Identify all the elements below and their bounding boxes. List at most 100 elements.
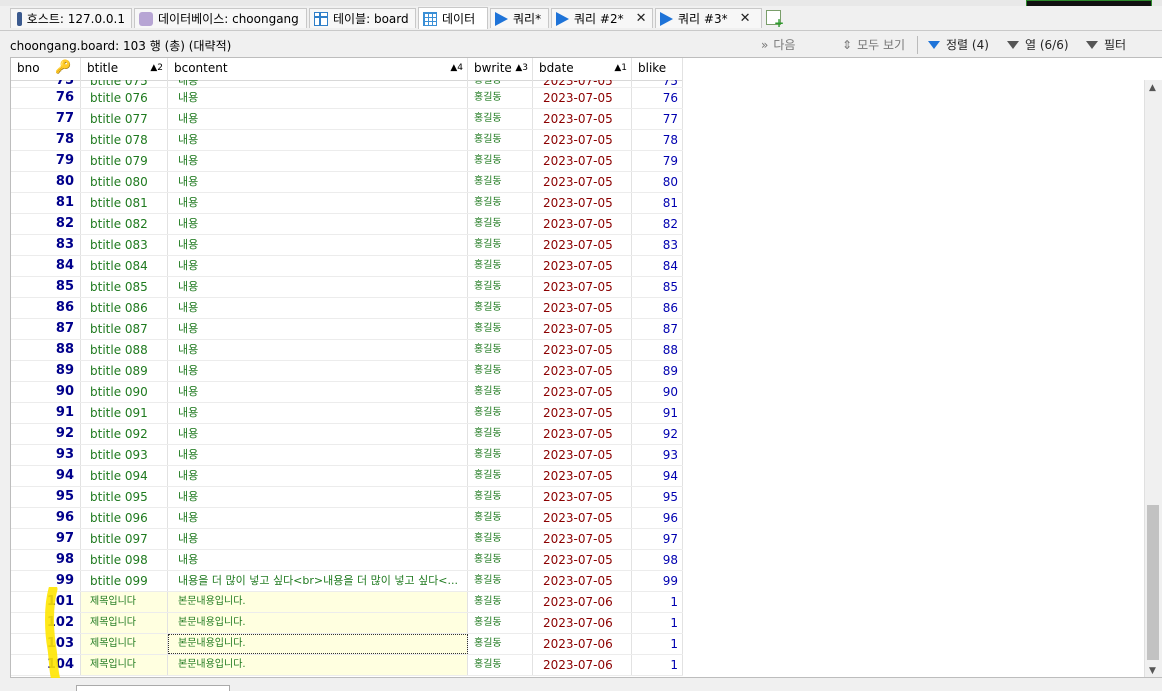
- cell-btitle[interactable]: btitle 090: [81, 382, 168, 402]
- cell-bno[interactable]: 92: [11, 424, 81, 444]
- cell-btitle[interactable]: btitle 082: [81, 214, 168, 234]
- cell-bcontent[interactable]: 내용: [168, 88, 468, 108]
- table-row[interactable]: 89 btitle 089 내용 홍길동 2023-07-05 89: [11, 361, 683, 382]
- next-button[interactable]: » 다음: [761, 36, 795, 53]
- cell-bno[interactable]: 75: [11, 80, 81, 87]
- cell-blike[interactable]: 85: [632, 277, 683, 297]
- cell-blike[interactable]: 99: [632, 571, 683, 591]
- cell-bdate[interactable]: 2023-07-05: [533, 193, 632, 213]
- cell-bcontent[interactable]: 본문내용입니다.: [168, 592, 468, 612]
- cell-bcontent[interactable]: 본문내용입니다.: [168, 634, 468, 654]
- column-header-bcontent[interactable]: bcontent ▲4: [168, 58, 468, 80]
- cell-blike[interactable]: 98: [632, 550, 683, 570]
- cell-blike[interactable]: 1: [632, 634, 683, 654]
- cell-bdate[interactable]: 2023-07-05: [533, 319, 632, 339]
- cell-btitle[interactable]: btitle 080: [81, 172, 168, 192]
- cell-bcontent[interactable]: 내용: [168, 403, 468, 423]
- table-row[interactable]: 84 btitle 084 내용 홍길동 2023-07-05 84: [11, 256, 683, 277]
- cell-bno[interactable]: 86: [11, 298, 81, 318]
- tab-query-3[interactable]: 쿼리 #3* ✕: [655, 8, 762, 28]
- cell-blike[interactable]: 78: [632, 130, 683, 150]
- columns-button[interactable]: 열 (6/6): [1007, 36, 1069, 53]
- cell-blike[interactable]: 84: [632, 256, 683, 276]
- cell-bwrite[interactable]: 홍길동: [468, 130, 533, 150]
- table-row[interactable]: 78 btitle 078 내용 홍길동 2023-07-05 78: [11, 130, 683, 151]
- cell-bdate[interactable]: 2023-07-06: [533, 655, 632, 675]
- tab-data[interactable]: 데이터: [418, 7, 488, 29]
- cell-bcontent[interactable]: 내용: [168, 277, 468, 297]
- cell-btitle[interactable]: btitle 089: [81, 361, 168, 381]
- cell-btitle[interactable]: btitle 092: [81, 424, 168, 444]
- table-row[interactable]: 104 제목입니다 본문내용입니다. 홍길동 2023-07-06 1: [11, 655, 683, 676]
- table-row[interactable]: 75 btitle 075 내용 홍길동 2023-07-05 75: [11, 80, 683, 88]
- cell-bwrite[interactable]: 홍길동: [468, 80, 533, 87]
- cell-bno[interactable]: 88: [11, 340, 81, 360]
- filter-button[interactable]: 필터: [1086, 36, 1126, 53]
- close-icon[interactable]: ✕: [636, 11, 647, 26]
- cell-bno[interactable]: 78: [11, 130, 81, 150]
- cell-blike[interactable]: 77: [632, 109, 683, 129]
- cell-blike[interactable]: 79: [632, 151, 683, 171]
- cell-bcontent[interactable]: 내용: [168, 445, 468, 465]
- cell-bdate[interactable]: 2023-07-06: [533, 592, 632, 612]
- cell-bwrite[interactable]: 홍길동: [468, 151, 533, 171]
- cell-bno[interactable]: 76: [11, 88, 81, 108]
- table-row[interactable]: 103 제목입니다 본문내용입니다. 홍길동 2023-07-06 1: [11, 634, 683, 655]
- cell-bno[interactable]: 94: [11, 466, 81, 486]
- cell-btitle[interactable]: btitle 098: [81, 550, 168, 570]
- cell-blike[interactable]: 86: [632, 298, 683, 318]
- cell-blike[interactable]: 90: [632, 382, 683, 402]
- cell-blike[interactable]: 80: [632, 172, 683, 192]
- cell-bno[interactable]: 91: [11, 403, 81, 423]
- close-icon[interactable]: ✕: [740, 11, 751, 26]
- cell-blike[interactable]: 81: [632, 193, 683, 213]
- column-header-bdate[interactable]: bdate ▲1: [533, 58, 632, 80]
- table-row[interactable]: 81 btitle 081 내용 홍길동 2023-07-05 81: [11, 193, 683, 214]
- cell-bdate[interactable]: 2023-07-05: [533, 571, 632, 591]
- cell-blike[interactable]: 96: [632, 508, 683, 528]
- table-row[interactable]: 93 btitle 093 내용 홍길동 2023-07-05 93: [11, 445, 683, 466]
- table-row[interactable]: 83 btitle 083 내용 홍길동 2023-07-05 83: [11, 235, 683, 256]
- sort-button[interactable]: 정렬 (4): [928, 36, 989, 53]
- cell-bwrite[interactable]: 홍길동: [468, 88, 533, 108]
- cell-bno[interactable]: 98: [11, 550, 81, 570]
- table-row[interactable]: 80 btitle 080 내용 홍길동 2023-07-05 80: [11, 172, 683, 193]
- column-header-btitle[interactable]: btitle ▲2: [81, 58, 168, 80]
- table-row[interactable]: 87 btitle 087 내용 홍길동 2023-07-05 87: [11, 319, 683, 340]
- cell-btitle[interactable]: btitle 083: [81, 235, 168, 255]
- cell-bcontent[interactable]: 내용: [168, 487, 468, 507]
- cell-bcontent[interactable]: 내용: [168, 361, 468, 381]
- cell-bwrite[interactable]: 홍길동: [468, 592, 533, 612]
- cell-bdate[interactable]: 2023-07-05: [533, 445, 632, 465]
- cell-blike[interactable]: 1: [632, 592, 683, 612]
- cell-btitle[interactable]: btitle 077: [81, 109, 168, 129]
- table-row[interactable]: 76 btitle 076 내용 홍길동 2023-07-05 76: [11, 88, 683, 109]
- cell-bwrite[interactable]: 홍길동: [468, 550, 533, 570]
- cell-bcontent[interactable]: 내용: [168, 235, 468, 255]
- cell-btitle[interactable]: btitle 088: [81, 340, 168, 360]
- cell-bcontent[interactable]: 내용: [168, 151, 468, 171]
- cell-bno[interactable]: 93: [11, 445, 81, 465]
- table-row[interactable]: 77 btitle 077 내용 홍길동 2023-07-05 77: [11, 109, 683, 130]
- cell-bwrite[interactable]: 홍길동: [468, 340, 533, 360]
- table-row[interactable]: 94 btitle 094 내용 홍길동 2023-07-05 94: [11, 466, 683, 487]
- cell-bno[interactable]: 89: [11, 361, 81, 381]
- cell-bdate[interactable]: 2023-07-05: [533, 424, 632, 444]
- cell-bdate[interactable]: 2023-07-05: [533, 340, 632, 360]
- cell-bwrite[interactable]: 홍길동: [468, 529, 533, 549]
- table-row[interactable]: 86 btitle 086 내용 홍길동 2023-07-05 86: [11, 298, 683, 319]
- cell-btitle[interactable]: btitle 079: [81, 151, 168, 171]
- cell-bdate[interactable]: 2023-07-05: [533, 88, 632, 108]
- cell-blike[interactable]: 94: [632, 466, 683, 486]
- cell-blike[interactable]: 76: [632, 88, 683, 108]
- cell-blike[interactable]: 83: [632, 235, 683, 255]
- cell-bdate[interactable]: 2023-07-06: [533, 613, 632, 633]
- cell-bwrite[interactable]: 홍길동: [468, 508, 533, 528]
- cell-bwrite[interactable]: 홍길동: [468, 382, 533, 402]
- cell-bwrite[interactable]: 홍길동: [468, 256, 533, 276]
- cell-bdate[interactable]: 2023-07-05: [533, 130, 632, 150]
- column-header-blike[interactable]: blike: [632, 58, 683, 80]
- cell-bcontent[interactable]: 내용: [168, 298, 468, 318]
- table-row[interactable]: 98 btitle 098 내용 홍길동 2023-07-05 98: [11, 550, 683, 571]
- cell-bdate[interactable]: 2023-07-05: [533, 529, 632, 549]
